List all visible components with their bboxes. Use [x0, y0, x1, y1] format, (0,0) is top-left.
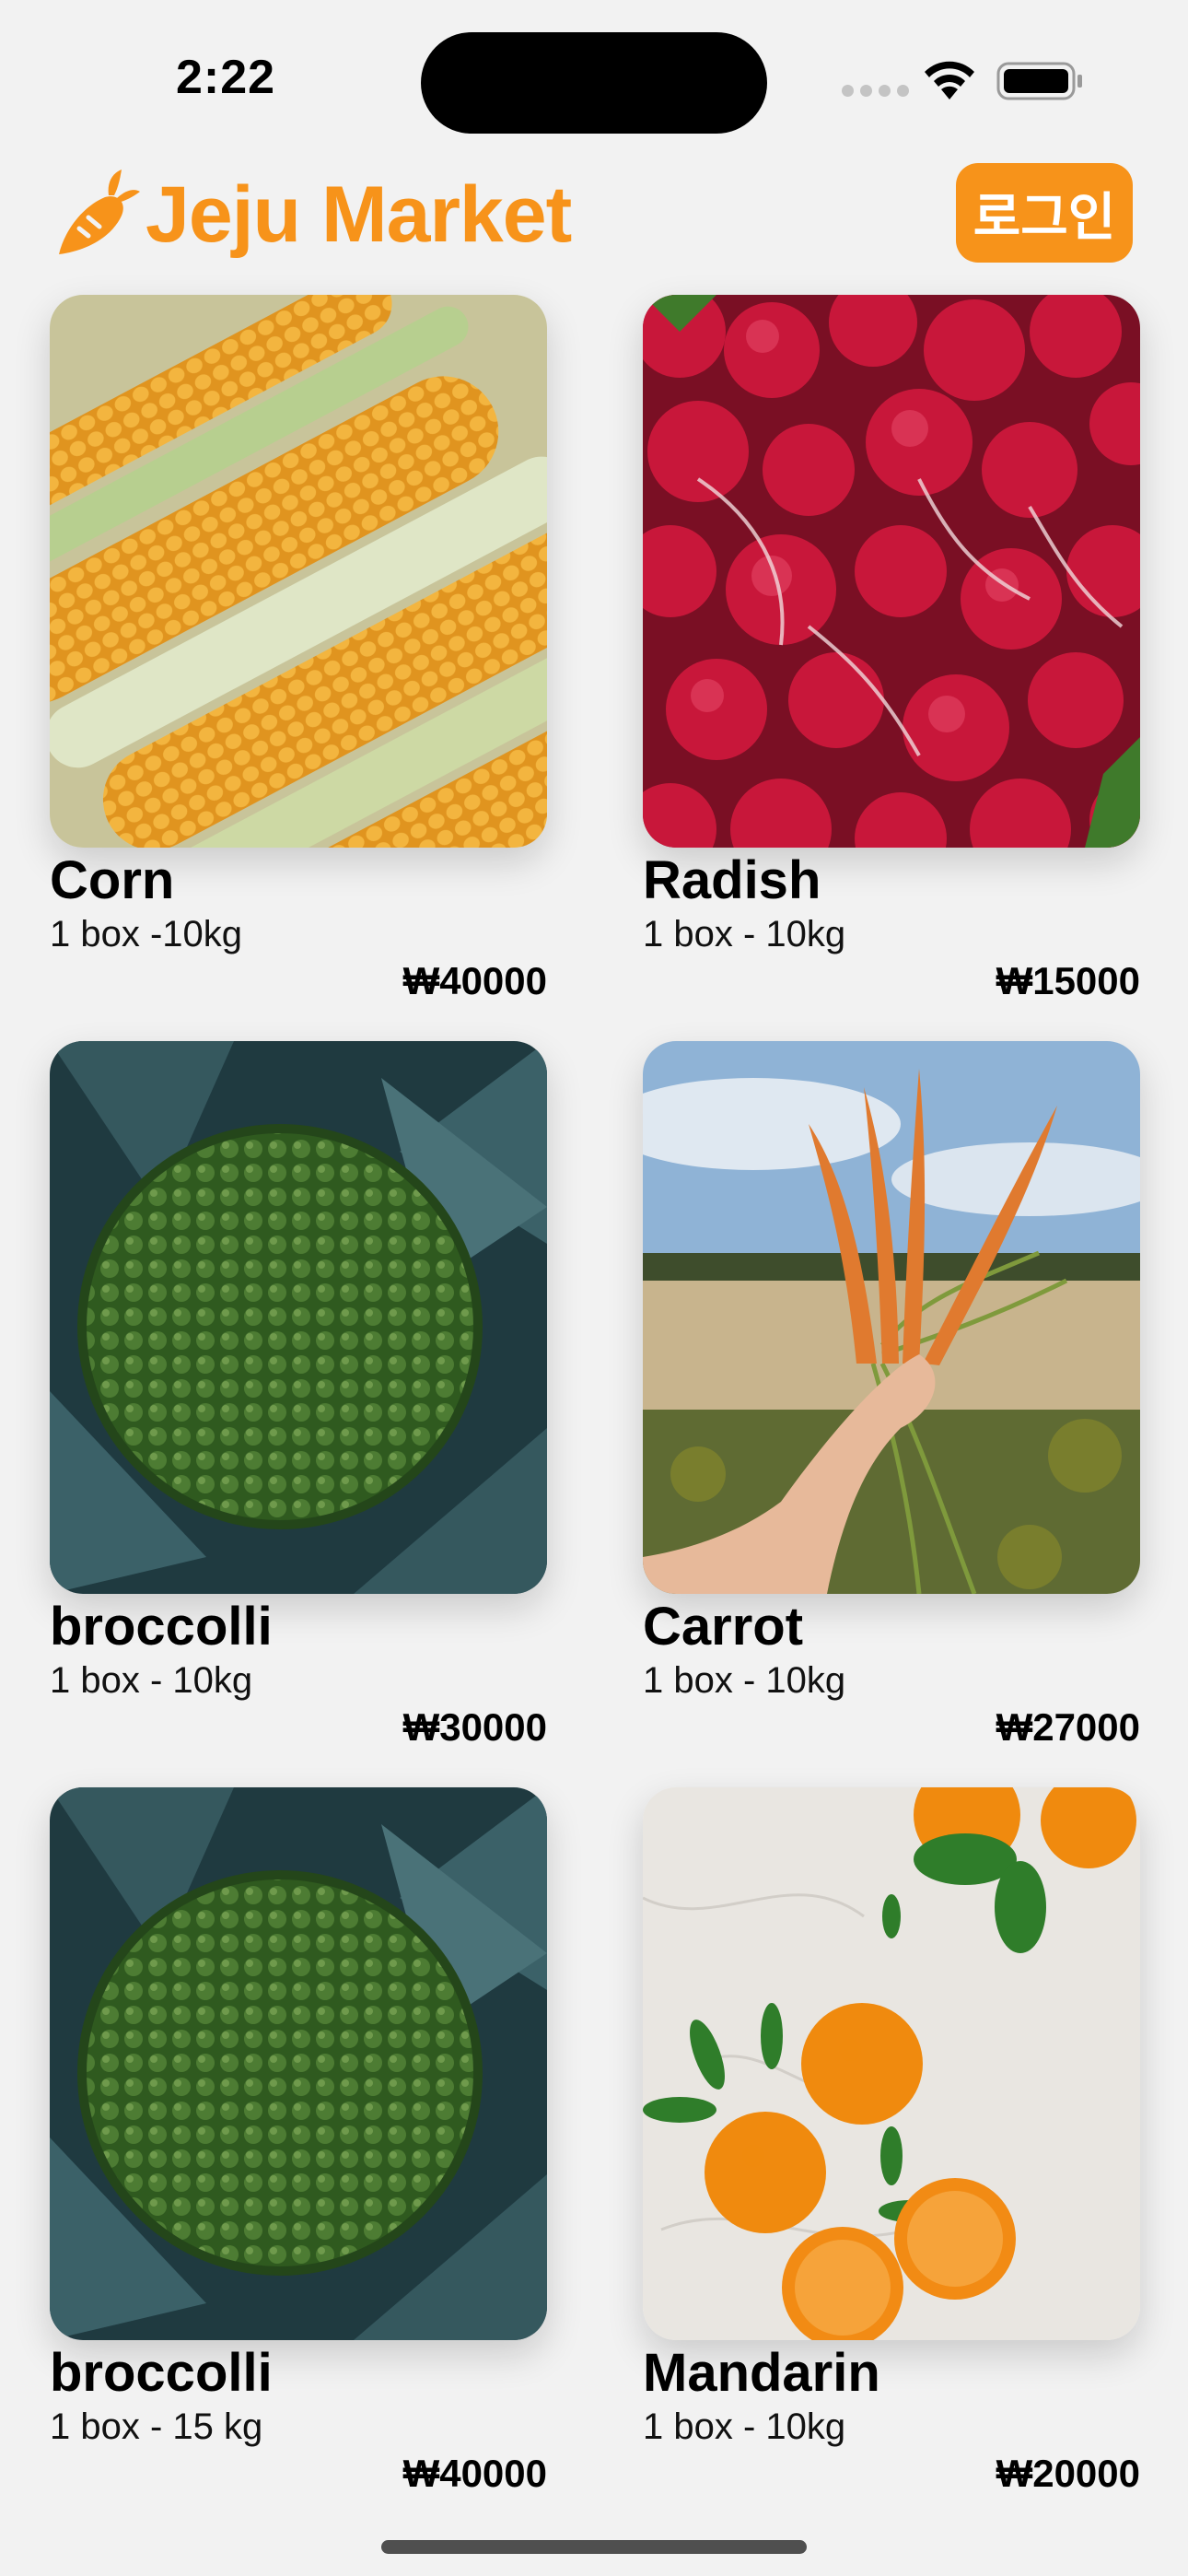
product-price: ₩27000 — [996, 1705, 1140, 1749]
product-card-radish[interactable]: Radish 1 box - 10kg ₩15000 — [643, 295, 1140, 1004]
product-name: Corn — [50, 850, 175, 910]
product-grid: Corn 1 box -10kg ₩40000 Radish 1 box - 1… — [50, 295, 1140, 2497]
product-description: 1 box - 10kg — [643, 2406, 846, 2447]
product-name: Mandarin — [643, 2343, 880, 2403]
product-name: broccolli — [50, 2343, 273, 2403]
dynamic-island — [421, 32, 767, 134]
product-image-corn[interactable] — [50, 295, 547, 848]
product-price: ₩15000 — [996, 959, 1140, 1002]
product-price: ₩40000 — [402, 959, 547, 1002]
product-name: Radish — [643, 850, 821, 910]
cellular-signal-icon — [842, 85, 909, 97]
product-description: 1 box - 10kg — [643, 914, 846, 954]
product-price: ₩30000 — [402, 1705, 547, 1749]
login-button[interactable]: 로그인 — [956, 163, 1133, 263]
app-screen: 2:22 Jeju Market 로그인 Corn 1 box -10kg ₩4… — [0, 0, 1188, 2576]
product-name: broccolli — [50, 1597, 273, 1657]
product-card-broccolli-15kg[interactable]: broccolli 1 box - 15 kg ₩40000 — [50, 1787, 547, 2497]
home-indicator[interactable] — [381, 2540, 807, 2554]
product-name: Carrot — [643, 1597, 804, 1657]
product-image-broccolli[interactable] — [50, 1787, 547, 2340]
product-card-broccolli[interactable]: broccolli 1 box - 10kg ₩30000 — [50, 1041, 547, 1751]
product-description: 1 box - 15 kg — [50, 2406, 263, 2447]
product-image-carrot[interactable] — [643, 1041, 1140, 1594]
app-title: Jeju Market — [146, 170, 572, 259]
product-card-carrot[interactable]: Carrot 1 box - 10kg ₩27000 — [643, 1041, 1140, 1751]
product-description: 1 box - 10kg — [643, 1660, 846, 1701]
product-image-mandarin[interactable] — [643, 1787, 1140, 2340]
app-brand: Jeju Market — [52, 155, 572, 275]
product-description: 1 box -10kg — [50, 914, 243, 954]
product-price: ₩40000 — [402, 2452, 547, 2495]
product-description: 1 box - 10kg — [50, 1660, 253, 1701]
carrot-logo-icon — [59, 170, 140, 254]
product-image-broccolli[interactable] — [50, 1041, 547, 1594]
product-card-corn[interactable]: Corn 1 box -10kg ₩40000 — [50, 295, 547, 1004]
product-image-radish[interactable] — [643, 295, 1140, 848]
product-price: ₩20000 — [996, 2452, 1140, 2495]
wifi-icon — [925, 61, 974, 100]
battery-icon — [996, 62, 1082, 100]
status-time: 2:22 — [175, 51, 276, 104]
product-card-mandarin[interactable]: Mandarin 1 box - 10kg ₩20000 — [643, 1787, 1140, 2497]
